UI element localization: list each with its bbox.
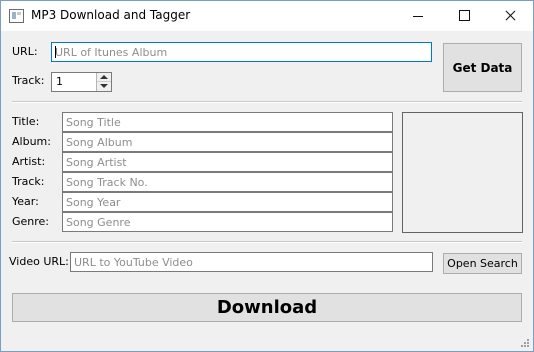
genre-label: Genre: — [12, 215, 50, 228]
spin-down-button[interactable] — [97, 82, 111, 91]
song-album-input[interactable] — [62, 132, 393, 152]
track-number-value: 1 — [56, 75, 63, 88]
app-window: MP3 Download and Tagger URL: Track: 1 Ge… — [0, 0, 534, 352]
url-label: URL: — [12, 45, 38, 58]
video-url-input[interactable] — [70, 252, 433, 272]
title-bar[interactable]: MP3 Download and Tagger — [1, 1, 533, 31]
minimize-icon — [413, 16, 423, 17]
chevron-up-icon — [100, 75, 108, 79]
divider — [12, 101, 522, 103]
artist-label: Artist: — [12, 155, 46, 168]
text-caret — [55, 46, 56, 58]
close-button[interactable] — [487, 1, 533, 31]
song-track-input[interactable] — [62, 172, 393, 192]
divider — [12, 241, 522, 243]
track-number-label: Track: — [12, 74, 45, 87]
video-url-label: Video URL: — [9, 255, 69, 268]
open-search-button[interactable]: Open Search — [443, 253, 522, 274]
chevron-down-icon — [100, 84, 108, 88]
song-genre-input[interactable] — [62, 212, 393, 232]
app-window-icon — [9, 9, 24, 23]
album-label: Album: — [12, 135, 51, 148]
maximize-icon — [459, 10, 470, 21]
download-button[interactable]: Download — [12, 293, 522, 322]
title-label: Title: — [12, 115, 40, 128]
song-year-input[interactable] — [62, 192, 393, 212]
album-art-frame — [402, 112, 523, 233]
get-data-button[interactable]: Get Data — [443, 43, 522, 92]
window-title: MP3 Download and Tagger — [31, 8, 191, 22]
track-label: Track: — [12, 175, 45, 188]
year-label: Year: — [12, 195, 39, 208]
itunes-url-input[interactable] — [51, 42, 432, 62]
maximize-button[interactable] — [441, 1, 487, 31]
song-artist-input[interactable] — [62, 152, 393, 172]
minimize-button[interactable] — [395, 1, 441, 31]
song-title-input[interactable] — [62, 112, 393, 132]
spin-buttons — [96, 73, 111, 91]
track-number-spinbox[interactable]: 1 — [51, 72, 112, 92]
spin-up-button[interactable] — [97, 73, 111, 82]
resize-grip-icon[interactable] — [521, 339, 530, 348]
